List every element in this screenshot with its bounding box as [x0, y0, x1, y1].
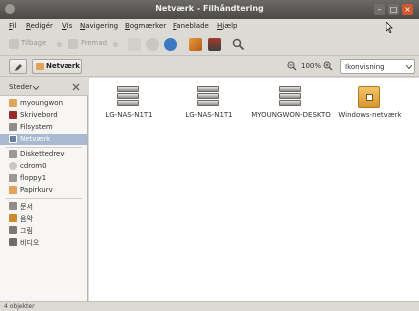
close-sidebar-icon[interactable]	[72, 83, 80, 91]
menu-rediger[interactable]: Redigér	[26, 22, 53, 30]
view-mode-value: Ikonvisning	[345, 63, 385, 71]
file-item-name: LG-NAS-N1T1	[185, 111, 233, 119]
network-server-icon	[279, 86, 301, 108]
zoom-out-icon[interactable]	[287, 61, 297, 71]
sidebar-header: Steder	[0, 78, 88, 96]
videos-folder-icon	[9, 238, 17, 246]
file-item-name: Windows-netværk	[338, 111, 402, 119]
sidebar-header-select[interactable]: Steder	[9, 83, 32, 91]
sidebar-divider	[6, 147, 82, 148]
sidebar-item-netvaerk[interactable]: Netværk	[0, 134, 87, 145]
close-button[interactable]: ×	[402, 4, 413, 15]
menu-vis[interactable]: Vis	[62, 22, 72, 30]
chevron-down-icon	[406, 65, 412, 69]
view-mode-select[interactable]: Ikonvisning	[340, 59, 415, 74]
harddisk-icon	[9, 123, 17, 131]
cdrom-icon	[9, 162, 17, 170]
forward-button[interactable]: Fremad	[81, 39, 107, 47]
chevron-down-icon[interactable]	[33, 86, 39, 90]
reload-icon[interactable]	[164, 38, 177, 51]
window-title: Netværk - Filhåndtering	[155, 4, 264, 13]
sidebar-item-diskettedrev[interactable]: Diskettedrev	[0, 149, 87, 160]
sidebar-divider	[6, 198, 82, 199]
pencil-icon	[15, 64, 22, 71]
home-icon[interactable]	[189, 38, 202, 51]
zoom-in-icon[interactable]	[323, 61, 333, 71]
sidebar-item-bookmark-2[interactable]: 음악	[0, 213, 87, 224]
sidebar-item-papirkurv[interactable]: Papirkurv	[0, 185, 87, 196]
title-bar: Netværk - Filhåndtering – □ ×	[0, 0, 419, 19]
sidebar-item-myoungwon[interactable]: myoungwon	[0, 98, 87, 109]
file-item-name: LG-NAS-N1T1	[105, 111, 153, 119]
location-bar: Netværk 100% Ikonvisning	[0, 56, 419, 77]
forward-dropdown-icon[interactable]	[113, 42, 118, 47]
toolbar: Tilbage Fremad	[0, 34, 419, 56]
sidebar-item-bookmark-3[interactable]: 그림	[0, 225, 87, 236]
menu-navigering[interactable]: Navigering	[80, 22, 118, 30]
mouse-pointer-icon	[386, 22, 393, 33]
file-item[interactable]: LG-NAS-N1T1	[89, 78, 169, 138]
status-text: 4 objekter	[4, 303, 35, 310]
pictures-folder-icon	[9, 226, 17, 234]
documents-folder-icon	[9, 202, 17, 210]
menu-faneblade[interactable]: Faneblade	[173, 22, 209, 30]
sidebar: Steder myoungwon Skrivebord Filsystem Ne…	[0, 78, 88, 301]
back-arrow-icon	[9, 39, 19, 49]
search-icon[interactable]	[232, 38, 245, 51]
sidebar-item-filsystem[interactable]: Filsystem	[0, 122, 87, 133]
trash-icon	[9, 186, 17, 194]
file-item[interactable]: MYOUNGWON-DESKTO	[251, 78, 331, 138]
up-icon[interactable]	[128, 38, 141, 51]
menu-bogmaerker[interactable]: Bogmærker	[125, 22, 166, 30]
sidebar-item-bookmark-4[interactable]: 비디오	[0, 237, 87, 248]
menu-fil[interactable]: Fil	[9, 22, 16, 30]
network-server-icon	[117, 86, 139, 108]
zoom-level: 100%	[301, 62, 322, 70]
desktop-icon	[9, 111, 17, 119]
file-item-name: MYOUNGWON-DESKTO	[251, 111, 331, 119]
back-dropdown-icon[interactable]	[57, 42, 62, 47]
sidebar-item-cdrom0[interactable]: cdrom0	[0, 161, 87, 172]
file-item[interactable]: LG-NAS-N1T1	[169, 78, 249, 138]
file-item[interactable]: Windows-netværk	[330, 78, 410, 138]
computer-icon[interactable]	[208, 38, 221, 51]
menu-bar: Fil Redigér Vis Navigering Bogmærker Fan…	[0, 19, 419, 34]
minimize-button[interactable]: –	[374, 4, 385, 15]
network-server-icon	[197, 86, 219, 108]
network-folder-icon	[358, 86, 380, 108]
edit-location-button[interactable]	[9, 59, 27, 74]
network-icon	[9, 135, 17, 143]
stop-icon[interactable]	[146, 38, 159, 51]
network-folder-icon	[36, 63, 44, 70]
maximize-button[interactable]: □	[388, 4, 399, 15]
music-folder-icon	[9, 214, 17, 222]
home-folder-icon	[9, 99, 17, 107]
breadcrumb-label: Netværk	[46, 62, 80, 70]
breadcrumb-netvaerk-button[interactable]: Netværk	[32, 59, 82, 74]
forward-arrow-icon	[68, 39, 78, 49]
back-button[interactable]: Tilbage	[21, 39, 46, 47]
sidebar-item-bookmark-1[interactable]: 문서	[0, 201, 87, 212]
floppy-drive-icon	[9, 150, 17, 158]
file-view[interactable]: LG-NAS-N1T1 LG-NAS-N1T1 MYOUNGWON-DESKTO…	[89, 78, 419, 301]
sidebar-item-floppy1[interactable]: floppy1	[0, 173, 87, 184]
floppy-icon	[9, 174, 17, 182]
menu-hjaelp[interactable]: Hjælp	[217, 22, 237, 30]
status-bar: 4 objekter	[0, 301, 419, 311]
sidebar-item-skrivebord[interactable]: Skrivebord	[0, 110, 87, 121]
